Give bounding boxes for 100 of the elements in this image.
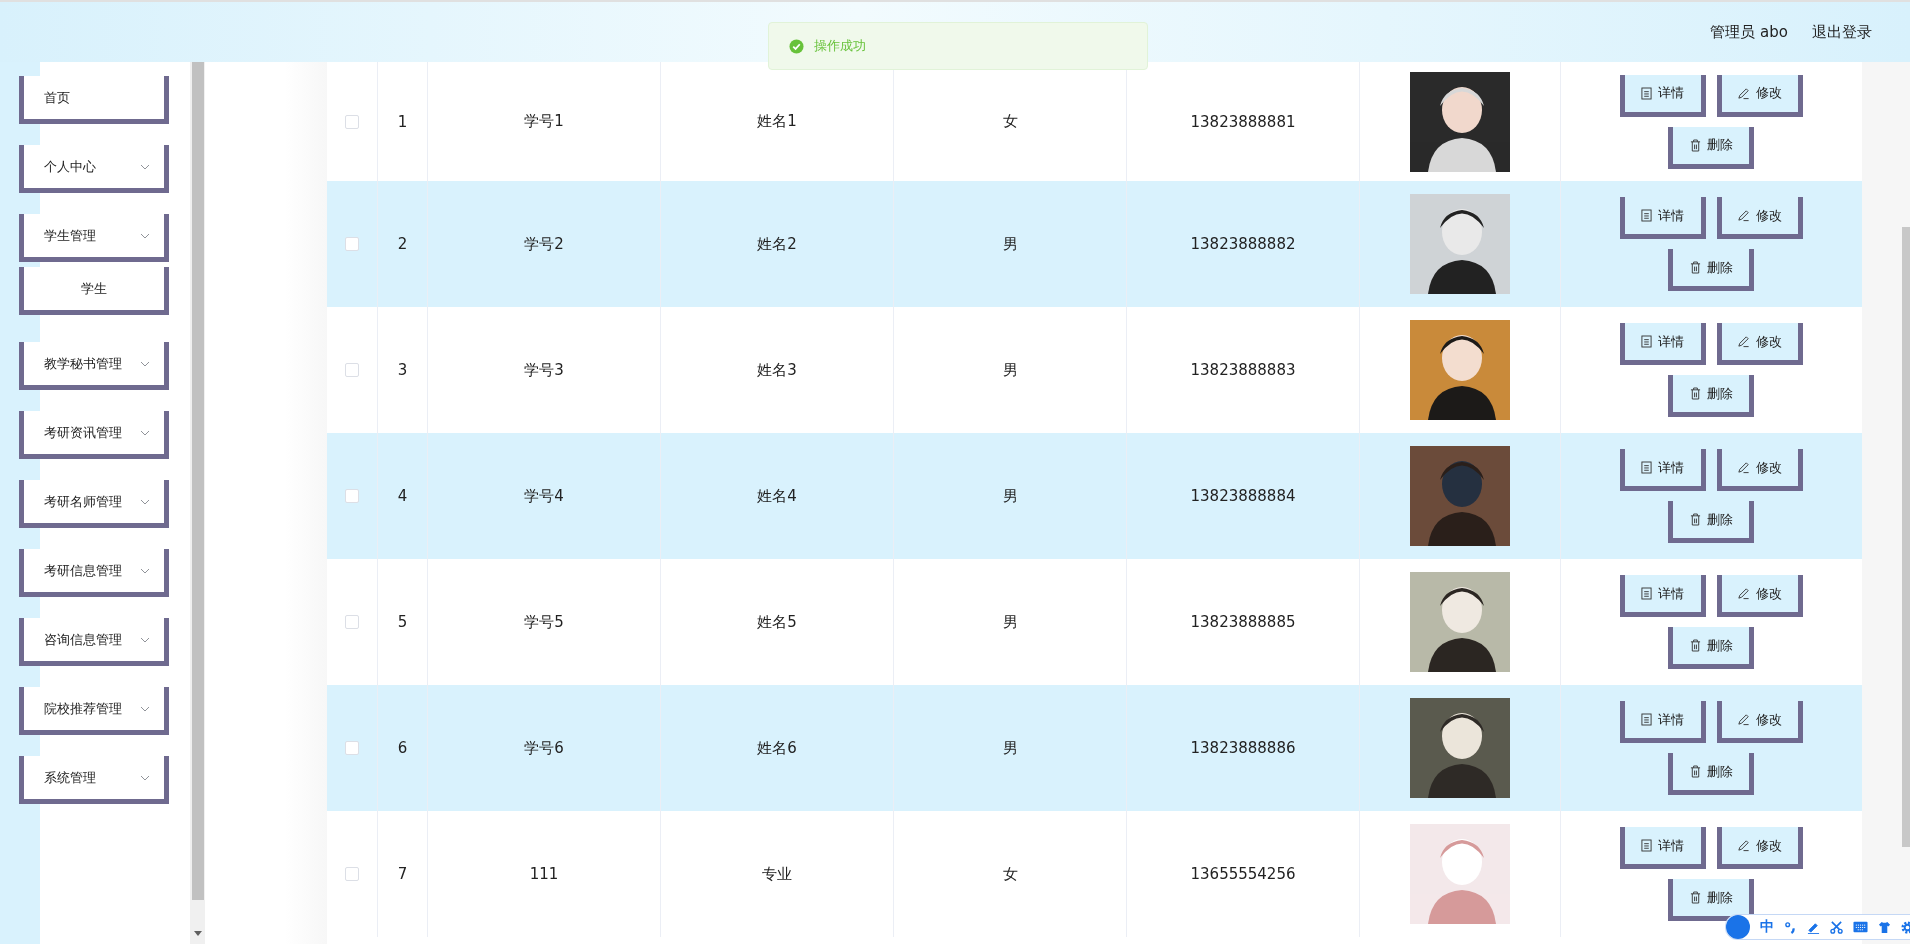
table-cell: 男 bbox=[1002, 612, 1018, 632]
pencil-icon bbox=[1737, 713, 1750, 726]
menu-item[interactable]: 首页 bbox=[19, 76, 169, 124]
user-name: 管理员 abo bbox=[1710, 22, 1788, 42]
table-cell: 1 bbox=[397, 112, 408, 131]
pencil-icon bbox=[1737, 461, 1750, 474]
trash-icon bbox=[1689, 513, 1701, 526]
edit-button[interactable]: 修改 bbox=[1716, 701, 1803, 743]
ime-mode[interactable]: 中 bbox=[1760, 918, 1774, 936]
settings-icon[interactable] bbox=[1901, 920, 1910, 934]
table-cell: 姓名6 bbox=[757, 738, 797, 758]
trash-icon bbox=[1689, 891, 1701, 904]
table-cell: 111 bbox=[529, 865, 559, 883]
punctuation-icon[interactable] bbox=[1784, 920, 1797, 934]
detail-button[interactable]: 详情 bbox=[1619, 575, 1706, 617]
table-cell: 5 bbox=[397, 613, 408, 631]
chevron-icon bbox=[140, 232, 150, 239]
table-cell: 13823888884 bbox=[1190, 487, 1296, 505]
chevron-icon bbox=[140, 360, 150, 367]
delete-button[interactable]: 删除 bbox=[1668, 375, 1754, 417]
menu-item[interactable]: 考研名师管理 bbox=[19, 480, 169, 528]
table-cell: 学号5 bbox=[524, 612, 564, 632]
table-cell: 姓名5 bbox=[757, 612, 797, 632]
delete-button[interactable]: 删除 bbox=[1668, 627, 1754, 669]
table-cell: 13823888882 bbox=[1190, 235, 1296, 253]
shirt-icon[interactable] bbox=[1878, 920, 1891, 934]
scroll-down-icon[interactable] bbox=[194, 931, 202, 936]
menu-item[interactable]: 咨询信息管理 bbox=[19, 618, 169, 666]
edit-button[interactable]: 修改 bbox=[1716, 323, 1803, 365]
menu-item[interactable]: 系统管理 bbox=[19, 756, 169, 804]
table-cell: 男 bbox=[1002, 486, 1018, 506]
table-cell: 13823888886 bbox=[1190, 739, 1296, 757]
detail-button[interactable]: 详情 bbox=[1619, 197, 1706, 239]
chevron-icon bbox=[140, 163, 150, 170]
row-checkbox[interactable] bbox=[345, 489, 359, 503]
table-cell: 学号3 bbox=[524, 360, 564, 380]
delete-button[interactable]: 删除 bbox=[1668, 126, 1754, 169]
menu-item[interactable]: 个人中心 bbox=[19, 145, 169, 193]
document-icon bbox=[1641, 713, 1652, 726]
delete-button[interactable]: 删除 bbox=[1668, 753, 1754, 795]
row-checkbox[interactable] bbox=[345, 363, 359, 377]
table-cell: 男 bbox=[1002, 738, 1018, 758]
delete-button[interactable]: 删除 bbox=[1668, 879, 1754, 921]
scissors-icon[interactable] bbox=[1830, 920, 1843, 934]
row-checkbox[interactable] bbox=[345, 867, 359, 881]
submenu-item[interactable]: 学生 bbox=[19, 267, 169, 315]
detail-button[interactable]: 详情 bbox=[1619, 323, 1706, 365]
document-icon bbox=[1641, 335, 1652, 348]
edit-button[interactable]: 修改 bbox=[1716, 449, 1803, 491]
pencil-icon bbox=[1737, 335, 1750, 348]
table-cell: 男 bbox=[1002, 234, 1018, 254]
table-cell: 13823888885 bbox=[1190, 613, 1296, 631]
edit-button[interactable]: 修改 bbox=[1716, 575, 1803, 617]
pencil-icon bbox=[1737, 209, 1750, 222]
table-cell: 2 bbox=[397, 235, 408, 253]
delete-button[interactable]: 删除 bbox=[1668, 249, 1754, 291]
keyboard-icon[interactable] bbox=[1853, 921, 1868, 933]
table-cell: 学号6 bbox=[524, 738, 564, 758]
document-icon bbox=[1641, 86, 1652, 100]
trash-icon bbox=[1689, 387, 1701, 400]
ime-toolbar[interactable]: 中 bbox=[1725, 914, 1910, 940]
menu-item[interactable]: 考研信息管理 bbox=[19, 549, 169, 597]
delete-button[interactable]: 删除 bbox=[1668, 501, 1754, 543]
menu-item[interactable]: 教学秘书管理 bbox=[19, 342, 169, 390]
trash-icon bbox=[1689, 765, 1701, 778]
detail-button[interactable]: 详情 bbox=[1619, 74, 1706, 117]
success-icon bbox=[789, 38, 804, 54]
menu-item[interactable]: 考研资讯管理 bbox=[19, 411, 169, 459]
edit-button[interactable]: 修改 bbox=[1716, 197, 1803, 239]
chevron-icon bbox=[140, 774, 150, 781]
menu-item[interactable]: 学生管理 bbox=[19, 214, 169, 262]
table-cell: 3 bbox=[397, 361, 408, 379]
edit-button[interactable]: 修改 bbox=[1716, 827, 1803, 869]
detail-button[interactable]: 详情 bbox=[1619, 701, 1706, 743]
table-cell: 学号1 bbox=[524, 112, 564, 131]
pen-icon[interactable] bbox=[1807, 920, 1820, 934]
table-cell: 6 bbox=[397, 739, 408, 757]
chevron-icon bbox=[140, 498, 150, 505]
row-checkbox[interactable] bbox=[345, 741, 359, 755]
chevron-icon bbox=[140, 567, 150, 574]
document-icon bbox=[1641, 461, 1652, 474]
detail-button[interactable]: 详情 bbox=[1619, 449, 1706, 491]
table-cell: 学号4 bbox=[524, 486, 564, 506]
scrollbar[interactable] bbox=[190, 62, 205, 944]
row-checkbox[interactable] bbox=[345, 114, 359, 129]
pencil-icon bbox=[1737, 587, 1750, 600]
scrollbar[interactable] bbox=[1902, 227, 1910, 847]
table-cell: 13823888881 bbox=[1190, 112, 1296, 131]
table-cell: 专业 bbox=[762, 864, 792, 884]
pencil-icon bbox=[1737, 86, 1750, 100]
ime-logo-icon bbox=[1726, 915, 1750, 939]
edit-button[interactable]: 修改 bbox=[1716, 74, 1803, 117]
table-cell: 7 bbox=[397, 865, 408, 883]
detail-button[interactable]: 详情 bbox=[1619, 827, 1706, 869]
row-checkbox[interactable] bbox=[345, 237, 359, 251]
table-cell: 男 bbox=[1002, 360, 1018, 380]
chevron-icon bbox=[140, 705, 150, 712]
menu-item[interactable]: 院校推荐管理 bbox=[19, 687, 169, 735]
logout-link[interactable]: 退出登录 bbox=[1812, 22, 1872, 42]
row-checkbox[interactable] bbox=[345, 615, 359, 629]
